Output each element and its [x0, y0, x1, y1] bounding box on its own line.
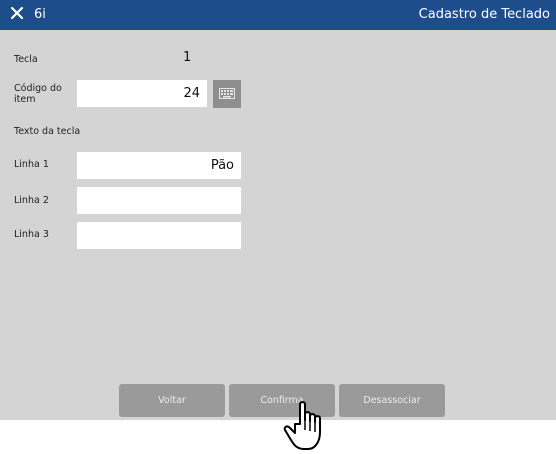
confirma-button[interactable]: Confirma [229, 384, 335, 417]
keyboard-button[interactable] [213, 80, 241, 108]
codigo-label-line2: item [14, 94, 36, 105]
codigo-label-line1: Código do [14, 83, 62, 94]
linha1-label: Linha 1 [14, 159, 49, 170]
desassociar-button[interactable]: Desassociar [339, 384, 445, 417]
linha2-label: Linha 2 [14, 195, 49, 206]
linha3-field[interactable] [77, 222, 241, 249]
app-code: 6i [34, 7, 46, 22]
texto-tecla-label: Texto da tecla [14, 126, 81, 137]
screen: 6i Cadastro de Teclado Tecla 1 Código do… [0, 0, 556, 454]
tecla-label: Tecla [14, 54, 38, 65]
codigo-label: Código do item [14, 83, 62, 105]
title-bar: 6i Cadastro de Teclado [0, 0, 556, 30]
tecla-value: 1 [183, 50, 192, 65]
close-icon [10, 6, 24, 20]
close-button[interactable] [10, 6, 26, 22]
linha3-label: Linha 3 [14, 229, 49, 240]
linha1-field[interactable]: Pão [77, 152, 241, 179]
voltar-button[interactable]: Voltar [119, 384, 225, 417]
keyboard-icon [219, 88, 235, 99]
codigo-item-field[interactable]: 24 [77, 80, 207, 107]
linha2-field[interactable] [77, 187, 241, 214]
window-title: Cadastro de Teclado [418, 7, 550, 22]
